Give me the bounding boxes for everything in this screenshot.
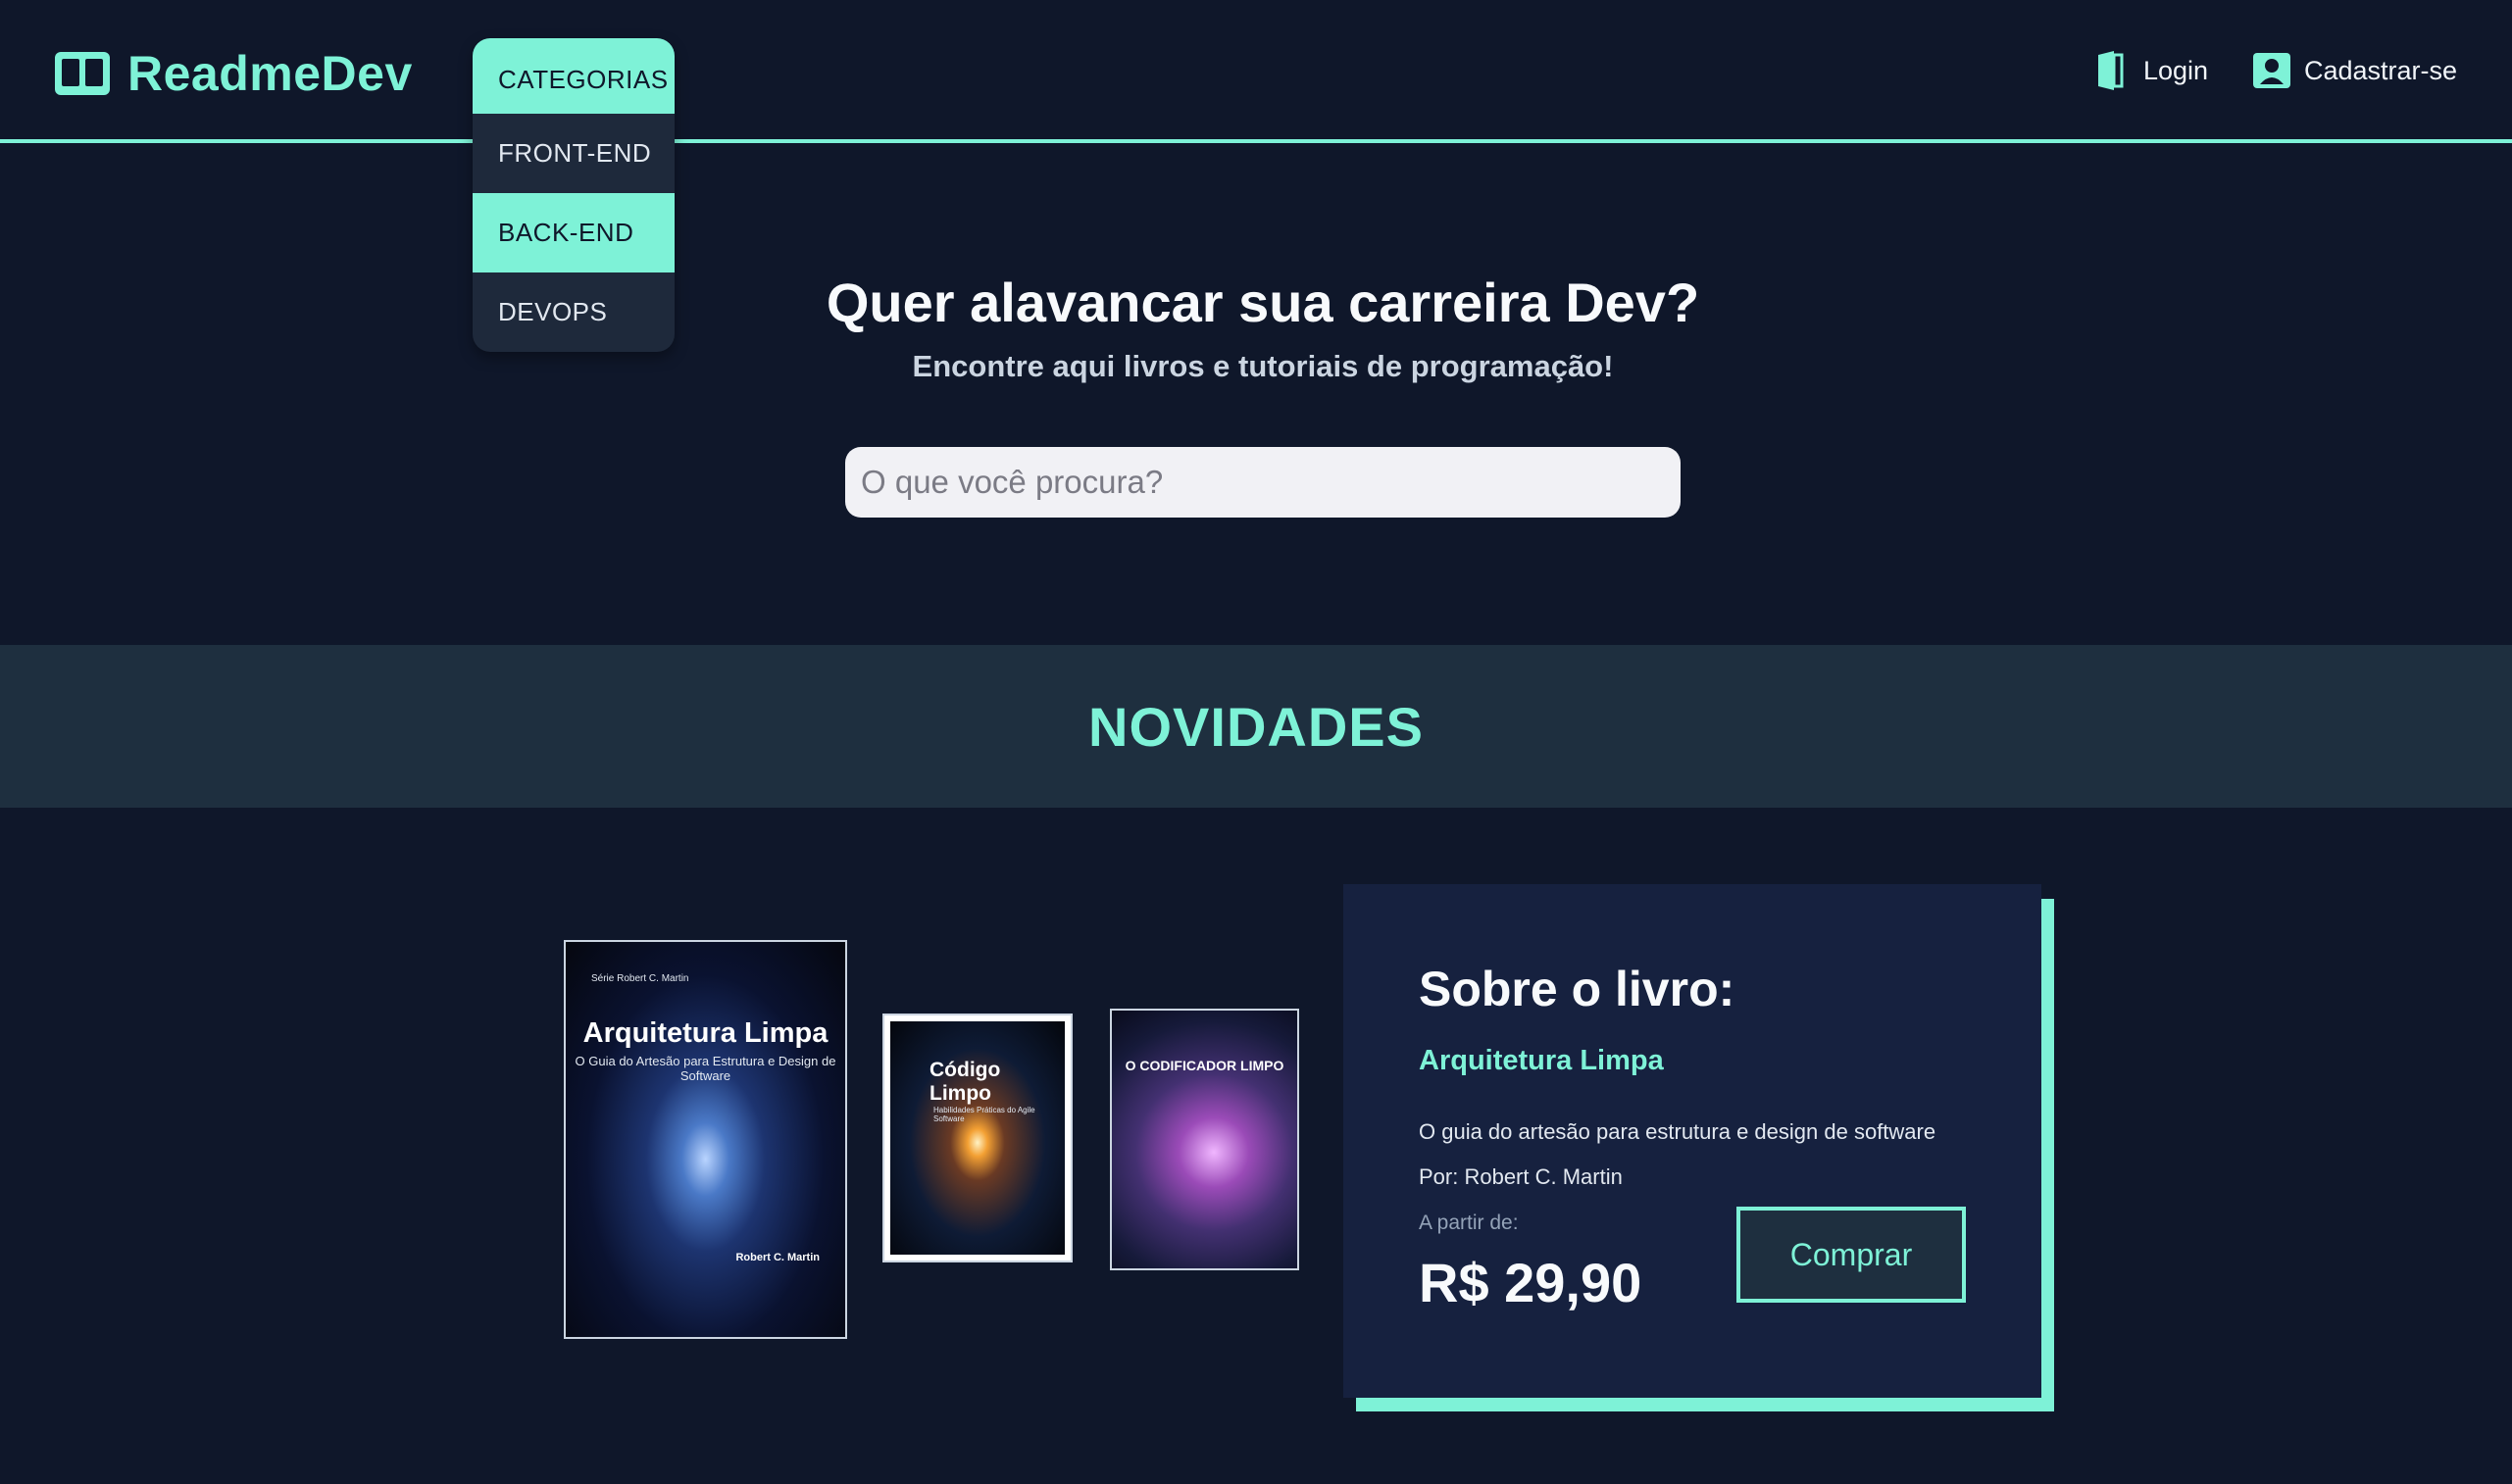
section-title: NOVIDADES [1088, 695, 1424, 758]
about-book-title: Arquitetura Limpa [1419, 1045, 1664, 1076]
news-band: NOVIDADES [0, 645, 2512, 808]
price-value: R$ 29,90 [1419, 1252, 1642, 1313]
about-heading: Sobre o livro: [1419, 962, 1735, 1016]
buy-button[interactable]: Comprar [1736, 1207, 1966, 1303]
book-series: Série Robert C. Martin [591, 973, 689, 984]
user-icon [2253, 53, 2290, 88]
category-back-end[interactable]: BACK-END [473, 193, 675, 272]
search-input[interactable] [845, 447, 1681, 518]
book-cover-codificador-limpo[interactable]: O CODIFICADOR LIMPO [1110, 1009, 1299, 1270]
book-cover-title: Código Limpo [929, 1059, 1001, 1105]
categories-button[interactable]: CATEGORIAS [473, 38, 675, 114]
book-cover-codigo-limpo[interactable]: Código Limpo Habilidades Práticas do Agi… [882, 1014, 1073, 1262]
book-cover-author: Robert C. Martin [735, 1252, 820, 1263]
book-cover-subtitle: O Guia do Artesão para Estrutura e Desig… [575, 1054, 836, 1083]
book-open-icon [55, 52, 110, 95]
book-cover-arquitetura-limpa[interactable]: Série Robert C. Martin Arquitetura Limpa… [564, 940, 847, 1339]
login-label: Login [2143, 55, 2209, 85]
category-front-end[interactable]: FRONT-END [473, 114, 675, 193]
hero-subtitle: Encontre aqui livros e tutoriais de prog… [912, 349, 1614, 383]
book-cover-title: Arquitetura Limpa [582, 1017, 829, 1049]
brand-logo[interactable]: ReadmeDev [53, 45, 413, 102]
about-description: O guia do artesão para estrutura e desig… [1419, 1119, 1936, 1144]
book-cover-subtitle: Habilidades Práticas do Agile Software [933, 1106, 1035, 1123]
door-icon [2098, 51, 2124, 90]
login-link[interactable]: Login [2092, 51, 2208, 90]
price-label: A partir de: [1419, 1212, 1519, 1234]
book-cover-title: O CODIFICADOR LIMPO [1125, 1058, 1284, 1073]
hero-title: Quer alavancar sua carreira Dev? [826, 272, 1700, 333]
about-author: Por: Robert C. Martin [1419, 1164, 1623, 1189]
brand-name: ReadmeDev [127, 46, 413, 101]
signup-link[interactable]: Cadastrar-se [2253, 51, 2457, 90]
signup-label: Cadastrar-se [2304, 55, 2458, 85]
